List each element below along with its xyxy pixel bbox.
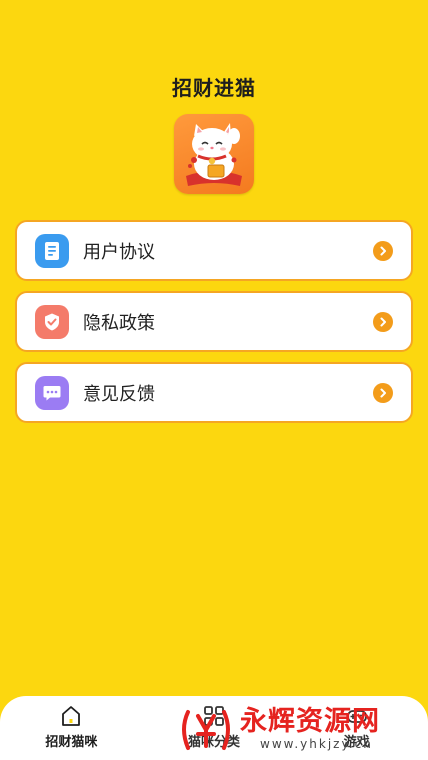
lucky-cat-icon <box>186 123 242 186</box>
menu-item-label: 用户协议 <box>83 241 155 263</box>
document-icon <box>35 233 69 268</box>
tab-label: 猫咪分类 <box>188 735 241 750</box>
chevron-right-icon <box>373 240 393 261</box>
home-icon <box>62 706 81 726</box>
menu-item-feedback[interactable]: 意见反馈 <box>15 362 413 423</box>
shield-check-icon <box>35 304 69 339</box>
app-logo <box>174 114 254 194</box>
gamepad-icon <box>346 710 367 723</box>
menu-item-privacy-policy[interactable]: 隐私政策 <box>15 291 413 352</box>
tab-cat-category[interactable]: 猫咪分类 <box>143 696 286 760</box>
menu-item-user-agreement[interactable]: 用户协议 <box>15 220 413 281</box>
tab-label: 招财猫咪 <box>45 735 98 750</box>
menu-item-label: 意见反馈 <box>83 383 155 405</box>
menu-list: 用户协议 隐私政策 意见反馈 <box>15 220 413 433</box>
grid-icon <box>204 706 224 726</box>
chevron-right-icon <box>373 382 393 403</box>
bottom-tab-bar: 招财猫咪 猫咪分类 游戏 <box>0 696 428 760</box>
tab-label: 游戏 <box>343 735 370 750</box>
tab-game[interactable]: 游戏 <box>285 696 428 760</box>
chevron-right-icon <box>373 311 393 332</box>
menu-item-label: 隐私政策 <box>83 312 155 334</box>
tab-lucky-cat[interactable]: 招财猫咪 <box>0 696 143 760</box>
chat-bubble-icon <box>35 375 69 410</box>
page-title: 招财进猫 <box>172 76 256 100</box>
